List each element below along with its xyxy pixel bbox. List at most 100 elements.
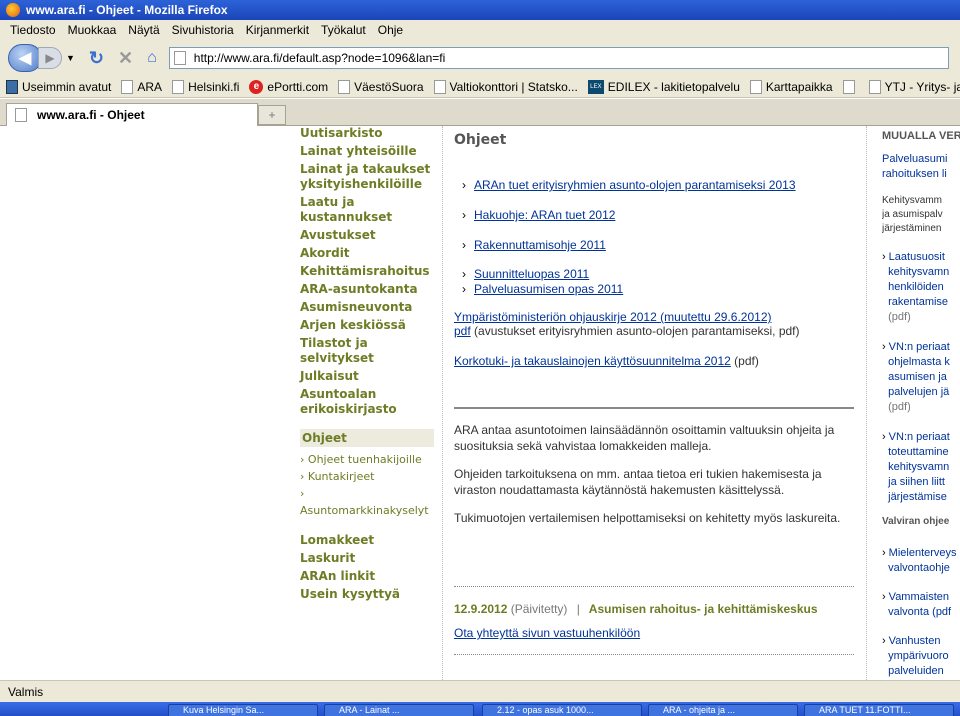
right-bullet-vn-periaate-2[interactable]: › VN:n periaat toteuttamine kehitysvamn j… [882, 430, 950, 505]
right-bullet-line: asumisen ja [888, 371, 947, 383]
right-bullet-laatusuositus[interactable]: › Laatusuosit kehitysvamn henkilöiden rak… [882, 250, 949, 325]
nav-avustukset[interactable]: Avustukset [300, 228, 436, 243]
link-rakennuttamisohje[interactable]: Rakennuttamisohje 2011 [462, 238, 606, 252]
taskbar-item[interactable]: 2.12 - opas asuk 1000... [482, 704, 642, 716]
page-icon [842, 79, 855, 94]
bookmark-item[interactable]: LEX EDILEX - lakitietopalvelu [587, 79, 740, 94]
bookmark-item[interactable] [842, 79, 859, 94]
link-hakuohje-2012[interactable]: Hakuohje: ARAn tuet 2012 [462, 208, 615, 222]
taskbar-item[interactable]: Kuva Helsingin Sa... [168, 704, 318, 716]
menu-kirjanmerkit[interactable]: Kirjanmerkit [246, 23, 309, 37]
bookmark-item[interactable]: Valtiokonttori | Statsko... [433, 79, 578, 94]
back-button[interactable]: ◀ [8, 44, 42, 72]
history-dropdown-icon[interactable]: ▼ [66, 53, 75, 63]
right-bullet-vammaisten[interactable]: › Vammaisten valvonta (pdf [882, 590, 951, 620]
bookmark-item[interactable]: YTJ - Yritys- ja y [868, 79, 960, 94]
nav-sub-label: Asuntomarkkinakyselyt [300, 504, 429, 517]
bookmark-label: ePortti.com [267, 79, 329, 94]
taskbar-item[interactable]: ARA TUET 11.FOTTI... [804, 704, 954, 716]
nav-laskurit[interactable]: Laskurit [300, 551, 436, 566]
link-palveluasumisen-opas[interactable]: Palveluasumisen opas 2011 [462, 282, 623, 296]
menubar: Tiedosto Muokkaa Näytä Sivuhistoria Kirj… [0, 20, 960, 40]
navigation-toolbar: ◀ ▶ ▼ ↻ ✕ ⌂ http://www.ara.fi/default.as… [0, 40, 960, 76]
link-aran-tuet-2013[interactable]: ARAn tuet erityisryhmien asunto-olojen p… [462, 178, 796, 192]
nav-sub-kuntakirjeet[interactable]: › Kuntakirjeet [300, 468, 436, 485]
url-bar[interactable]: http://www.ara.fi/default.asp?node=1096&… [168, 47, 949, 69]
bookmark-label: EDILEX - lakitietopalvelu [607, 79, 740, 94]
menu-nayta[interactable]: Näytä [128, 23, 159, 37]
right-bullet-line: (pdf) [888, 311, 911, 323]
forward-button[interactable]: ▶ [38, 47, 62, 69]
link-pdf[interactable]: pdf [454, 324, 471, 338]
contact-link[interactable]: Ota yhteyttä sivun vastuuhenkilöön [454, 626, 640, 640]
stop-icon[interactable]: ✕ [118, 48, 133, 69]
link-ymparistoministerio[interactable]: Ympäristöministeriön ohjauskirje 2012 (m… [454, 310, 772, 324]
reload-icon[interactable]: ↻ [89, 48, 104, 69]
page-icon [172, 79, 185, 94]
menu-tyokalut[interactable]: Työkalut [321, 23, 366, 37]
nav-lainat-yhteisoille[interactable]: Lainat yhteisöille [300, 144, 436, 159]
new-tab-button[interactable]: + [258, 105, 286, 125]
tab-active[interactable]: www.ara.fi - Ohjeet [6, 103, 258, 126]
firefox-icon [6, 3, 20, 17]
menu-tiedosto[interactable]: Tiedosto [10, 23, 56, 37]
bookmark-item[interactable]: Useimmin avatut [6, 79, 111, 94]
bookmark-item[interactable]: VäestöSuora [338, 79, 424, 94]
nav-sub-asuntomarkkinakyselyt[interactable]: › Asuntomarkkinakyselyt [300, 485, 436, 519]
nav-akordit[interactable]: Akordit [300, 246, 436, 261]
nav-asumisneuvonta[interactable]: Asumisneuvonta [300, 300, 436, 315]
nav-arjen-keskiossa[interactable]: Arjen keskiössä [300, 318, 436, 333]
nav-sub-label: Kuntakirjeet [307, 470, 375, 483]
taskbar-item[interactable]: ARA - Lainat ... [324, 704, 474, 716]
nav-sub-tuenhakijoille[interactable]: › Ohjeet tuenhakijoille [300, 451, 436, 468]
nav-section-ohjeet[interactable]: Ohjeet [300, 429, 434, 447]
home-icon[interactable]: ⌂ [147, 49, 157, 67]
right-bullet-line: kehitysvamn [888, 266, 950, 278]
chevron-right-icon: › [882, 547, 886, 559]
right-link-palveluasuminen[interactable]: Palveluasumi rahoituksen li [882, 152, 947, 182]
link-korkotuki[interactable]: Korkotuki- ja takauslainojen käyttösuunn… [454, 354, 731, 368]
nav-sub-label: Ohjeet tuenhakijoille [307, 453, 422, 466]
link-suunnitteluopas[interactable]: Suunnitteluopas 2011 [462, 267, 589, 281]
bookmark-item[interactable]: Karttapaikka [749, 79, 833, 94]
intro-paragraph: ARA antaa asuntotoimen lainsäädännön oso… [454, 423, 835, 453]
nav-lainat-yksityis[interactable]: Lainat ja takaukset yksityishenkilöille [300, 162, 436, 192]
nav-aran-linkit[interactable]: ARAn linkit [300, 569, 436, 584]
right-bullet-line: VN:n periaat [888, 341, 950, 353]
calculator-paragraph: Tukimuotojen vertailemisen helpottamisek… [454, 511, 841, 525]
right-bullet-line: kehitysvamn [888, 461, 950, 473]
nav-erikoiskirjasto[interactable]: Asuntoalan erikoiskirjasto [300, 387, 436, 417]
korko-note: (pdf) [730, 354, 759, 368]
right-bullet-line: Vammaisten [888, 591, 949, 603]
plus-icon: + [268, 108, 276, 122]
nav-laatu[interactable]: Laatu ja kustannukset [300, 195, 436, 225]
nav-ara-asuntokanta[interactable]: ARA-asuntokanta [300, 282, 436, 297]
menu-muokkaa[interactable]: Muokkaa [68, 23, 117, 37]
page-icon [868, 79, 881, 94]
right-bullet-vanhusten[interactable]: › Vanhusten ympärivuoro palveluiden [882, 634, 949, 679]
bookmark-item[interactable]: ARA [121, 79, 162, 94]
right-bullet-line: ohjelmasta k [888, 356, 950, 368]
taskbar-item[interactable]: ARA - ohjeita ja ... [648, 704, 798, 716]
menu-ohje[interactable]: Ohje [378, 23, 403, 37]
right-bullet-line: henkilöiden [888, 281, 944, 293]
menu-sivuhistoria[interactable]: Sivuhistoria [172, 23, 234, 37]
right-bullet-vn-periaate-1[interactable]: › VN:n periaat ohjelmasta k asumisen ja p… [882, 340, 950, 415]
bookmark-item[interactable]: e ePortti.com [249, 79, 329, 94]
nav-kehittamisrahoitus[interactable]: Kehittämisrahoitus [300, 264, 436, 279]
bookmark-item[interactable]: Helsinki.fi [172, 79, 239, 94]
nav-uutisarkisto[interactable]: Uutisarkisto [300, 126, 436, 141]
right-bullet-mielenterveys[interactable]: › Mielenterveys valvontaohje [882, 546, 957, 576]
nav-julkaisut[interactable]: Julkaisut [300, 369, 436, 384]
nav-usein-kysyttya[interactable]: Usein kysyttyä [300, 587, 436, 602]
tab-strip: www.ara.fi - Ohjeet + [0, 99, 960, 126]
right-text-line: ja asumispalv [882, 209, 943, 220]
nav-lomakkeet[interactable]: Lomakkeet [300, 533, 436, 548]
e-icon: e [249, 79, 264, 94]
bookmark-label: Karttapaikka [765, 79, 833, 94]
page-icon [121, 79, 134, 94]
nav-tilastot[interactable]: Tilastot ja selvitykset [300, 336, 436, 366]
page-footer: 12.9.2012 (Päivitetty) | Asumisen rahoit… [454, 602, 818, 616]
chevron-right-icon: › [882, 635, 886, 647]
